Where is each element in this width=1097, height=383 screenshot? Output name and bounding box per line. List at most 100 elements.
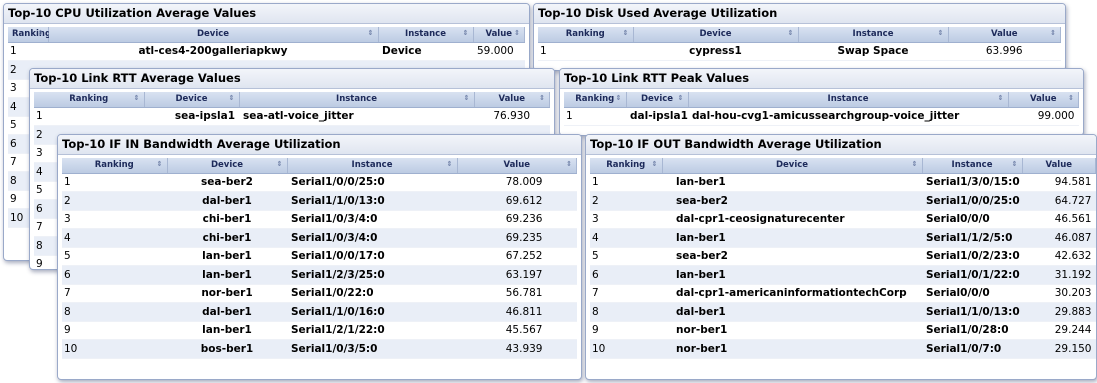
table-row[interactable]: 4 lan-ber1 Serial1/1/2/5:0 46.087	[590, 228, 1096, 248]
disk-table: Ranking ⇕ Device ⇕ Instance ⇕ Value ⇕ 1 cypr…	[538, 27, 1061, 61]
panel-title: Top-10 IF OUT Bandwidth Average Utilizat…	[586, 135, 1096, 155]
instance-header[interactable]: Instance ⇕	[688, 92, 1009, 108]
value-cell: 64.727	[1022, 191, 1096, 211]
sort-icon: ⇕	[133, 94, 140, 102]
instance-cell: Serial1/1/0/13:0	[922, 302, 1022, 322]
sort-icon: ⇕	[37, 29, 44, 37]
table-row[interactable]: 7 dal-cpr1-americaninformationtechCorp Ser…	[590, 284, 1096, 303]
table-row[interactable]: 10 bos-ber1 Serial1/0/3/5:0 43.939	[62, 339, 577, 359]
sort-icon: ⇕	[276, 160, 283, 168]
ranking-cell: 7	[62, 284, 167, 303]
instance-cell: Serial1/0/3/5:0	[287, 339, 457, 359]
table-row[interactable]: 1 atl-ces4-200galleriapkwy Device 59.000	[8, 42, 525, 61]
sort-icon: ⇕	[367, 29, 374, 37]
ranking-cell: 2	[62, 191, 167, 211]
device-header[interactable]: Device ⇕	[144, 92, 240, 108]
ranking-header[interactable]: Ranking ⇕	[564, 92, 627, 108]
device-cell: dal-ber1	[662, 302, 922, 322]
instance-cell: Serial1/0/3/4:0	[287, 210, 457, 229]
value-cell: 69.612	[457, 191, 577, 211]
ranking-cell: 5	[62, 247, 167, 266]
instance-header[interactable]: Instance ⇕	[922, 158, 1023, 174]
value-cell: 46.811	[457, 302, 577, 322]
value-cell: 63.197	[457, 265, 577, 285]
table-row[interactable]: 5 lan-ber1 Serial1/0/0/17:0 67.252	[62, 247, 577, 266]
device-header[interactable]: Device ⇕	[626, 92, 689, 108]
table-row[interactable]: 6 lan-ber1 Serial1/2/3/25:0 63.197	[62, 265, 577, 285]
instance-header[interactable]: Instance ⇕	[378, 27, 474, 43]
table-row[interactable]: 10 nor-ber1 Serial1/0/7:0 29.150	[590, 339, 1096, 359]
instance-header[interactable]: Instance ⇕	[239, 92, 475, 108]
instance-cell: Serial1/0/3/4:0	[287, 228, 457, 248]
table-row[interactable]: 1 sea-ipsla1 sea-atl-voice_jitter 76.930	[34, 107, 550, 126]
value-cell: 56.781	[457, 284, 577, 303]
ranking-cell: 7	[590, 284, 662, 303]
instance-header[interactable]: Instance ⇕	[798, 27, 949, 43]
table-row[interactable]: 3 chi-ber1 Serial1/0/3/4:0 69.236	[62, 210, 577, 229]
rtt-peak-table: Ranking ⇕ Device ⇕ Instance ⇕ Value ⇕ 1 dal-…	[564, 92, 1079, 126]
table-row[interactable]: 9 nor-ber1 Serial1/0/28:0 29.244	[590, 321, 1096, 340]
instance-cell: Serial1/3/0/15:0	[922, 173, 1022, 192]
value-header[interactable]: Value ⇕	[948, 27, 1061, 43]
ranking-cell: 1	[564, 107, 626, 126]
table-row[interactable]: 5 sea-ber2 Serial1/0/2/23:0 42.632	[590, 247, 1096, 266]
ranking-header[interactable]: Ranking ⇕	[62, 158, 168, 174]
table-row[interactable]: 1 sea-ber2 Serial1/0/0/25:0 78.009	[62, 173, 577, 192]
ranking-header[interactable]: Ranking ⇕	[538, 27, 634, 43]
device-cell: dal-cpr1-americaninformationtechCorp	[662, 284, 922, 303]
sort-icon: ⇕	[463, 94, 470, 102]
sort-icon: ⇕	[787, 29, 794, 37]
ranking-cell: 1	[538, 42, 633, 61]
device-cell: lan-ber1	[167, 265, 287, 285]
device-header[interactable]: Device ⇕	[633, 27, 799, 43]
if-in-table: Ranking ⇕ Device ⇕ Instance ⇕ Value ⇕ 1 sea-b…	[62, 158, 577, 359]
sort-icon: ⇕	[911, 160, 918, 168]
sort-icon: ⇕	[539, 94, 545, 102]
link-rtt-peak-panel: Top-10 Link RTT Peak Values Ranking ⇕ Dev…	[559, 68, 1084, 136]
device-header[interactable]: Device ⇕	[48, 27, 379, 43]
ranking-cell: 1	[8, 42, 48, 61]
value-cell: 59.000	[473, 42, 525, 61]
if-out-bandwidth-panel: Top-10 IF OUT Bandwidth Average Utilizat…	[585, 134, 1097, 380]
value-header[interactable]: Value ⇕	[474, 92, 550, 108]
ranking-cell: 3	[62, 210, 167, 229]
ranking-header[interactable]: Ranking ⇕	[34, 92, 145, 108]
instance-header[interactable]: Instance ⇕	[287, 158, 458, 174]
table-row[interactable]: 8 dal-ber1 Serial1/1/0/13:0 29.883	[590, 302, 1096, 322]
device-cell: atl-ces4-200galleriapkwy	[48, 42, 378, 61]
ranking-cell: 5	[590, 247, 662, 266]
instance-cell: sea-atl-voice_jitter	[239, 107, 474, 126]
instance-cell: Serial1/2/1/22:0	[287, 321, 457, 340]
ranking-cell: 4	[590, 228, 662, 248]
value-header[interactable]: Value	[1022, 158, 1096, 174]
value-header[interactable]: Value ⇕	[457, 158, 577, 174]
instance-cell: dal-hou-cvg1-amicussearchgroup-voice_jit…	[688, 107, 1008, 126]
device-cell: lan-ber1	[167, 321, 287, 340]
table-row[interactable]: 4 chi-ber1 Serial1/0/3/4:0 69.235	[62, 228, 577, 248]
device-cell: dal-cpr1-ceosignaturecenter	[662, 210, 922, 229]
sort-icon: ⇕	[615, 94, 622, 102]
device-header[interactable]: Device ⇕	[662, 158, 923, 174]
value-header[interactable]: Value ⇕	[473, 27, 525, 43]
device-header[interactable]: Device ⇕	[167, 158, 288, 174]
device-cell: chi-ber1	[167, 210, 287, 229]
table-row[interactable]: 9 lan-ber1 Serial1/2/1/22:0 45.567	[62, 321, 577, 340]
ranking-cell: 9	[62, 321, 167, 340]
device-cell: lan-ber1	[662, 173, 922, 192]
table-row[interactable]: 1 lan-ber1 Serial1/3/0/15:0 94.581	[590, 173, 1096, 192]
table-row[interactable]: 2 dal-ber1 Serial1/1/0/13:0 69.612	[62, 191, 577, 211]
value-header[interactable]: Value ⇕	[1008, 92, 1079, 108]
value-cell: 30.203	[1022, 284, 1096, 303]
table-row[interactable]: 3 dal-cpr1-ceosignaturecenter Serial0/0/0 4…	[590, 210, 1096, 229]
ranking-header[interactable]: Ranking ⇕	[590, 158, 663, 174]
table-row[interactable]: 2 sea-ber2 Serial1/0/0/25:0 64.727	[590, 191, 1096, 211]
table-row[interactable]: 1 dal-ipsla1 dal-hou-cvg1-amicussearchgr…	[564, 107, 1079, 126]
table-row[interactable]: 7 nor-ber1 Serial1/0/22:0 56.781	[62, 284, 577, 303]
sort-icon: ⇕	[622, 29, 629, 37]
ranking-cell: 1	[590, 173, 662, 192]
table-row[interactable]: 6 lan-ber1 Serial1/0/1/22:0 31.192	[590, 265, 1096, 285]
value-cell: 45.567	[457, 321, 577, 340]
ranking-header[interactable]: Ranking ⇕	[8, 27, 51, 43]
table-row[interactable]: 1 cypress1 Swap Space 63.996	[538, 42, 1061, 61]
table-row[interactable]: 8 dal-ber1 Serial1/1/0/16:0 46.811	[62, 302, 577, 322]
